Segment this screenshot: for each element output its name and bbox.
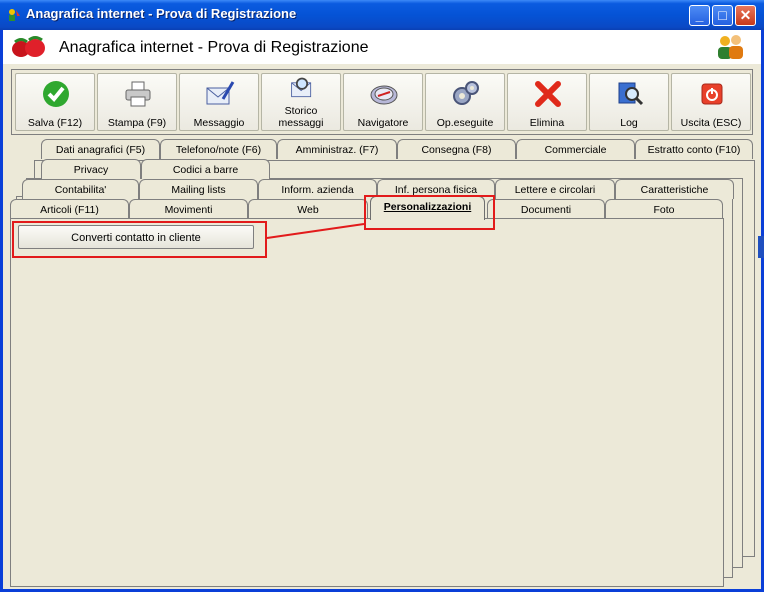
highlight-box-tab xyxy=(364,195,495,230)
printer-icon xyxy=(125,81,151,107)
navigator-label: Navigatore xyxy=(357,117,409,129)
tab-telefono-note[interactable]: Telefono/note (F6) xyxy=(160,139,277,159)
book-magnifier-icon xyxy=(618,82,644,106)
log-button[interactable]: Log xyxy=(589,73,669,131)
delete-button[interactable]: Elimina xyxy=(507,73,587,131)
message-button[interactable]: Messaggio xyxy=(179,73,259,131)
tab-lettere-e-circolari[interactable]: Lettere e circolari xyxy=(495,179,615,199)
tab-documenti[interactable]: Documenti xyxy=(487,199,605,219)
tab-web[interactable]: Web xyxy=(248,199,368,219)
tab-movimenti[interactable]: Movimenti xyxy=(129,199,248,219)
tab-consegna[interactable]: Consegna (F8) xyxy=(397,139,516,159)
message-label: Messaggio xyxy=(193,117,245,129)
form-title: Anagrafica internet - Prova di Registraz… xyxy=(59,39,369,56)
tab-commerciale[interactable]: Commerciale xyxy=(516,139,635,159)
toolbar: Salva (F12) Stampa (F9) Messaggio Storic… xyxy=(11,69,753,135)
save-button[interactable]: Salva (F12) xyxy=(15,73,95,131)
tab-mailing-lists[interactable]: Mailing lists xyxy=(139,179,258,199)
red-x-icon xyxy=(535,81,561,107)
gears-icon xyxy=(453,81,479,105)
background-window-edge xyxy=(758,236,764,258)
print-label: Stampa (F9) xyxy=(107,117,167,129)
tab-caratteristiche[interactable]: Caratteristiche xyxy=(615,179,734,199)
save-label: Salva (F12) xyxy=(27,117,83,129)
print-button[interactable]: Stampa (F9) xyxy=(97,73,177,131)
exit-label: Uscita (ESC) xyxy=(680,117,742,129)
tab-inform-azienda[interactable]: Inform. azienda xyxy=(258,179,377,199)
tab-contabilita[interactable]: Contabilita' xyxy=(22,179,139,199)
minimize-icon: _ xyxy=(695,7,704,23)
close-icon: ✕ xyxy=(739,7,752,23)
tab-codici-a-barre[interactable]: Codici a barre xyxy=(141,159,270,179)
operations-done-label: Op.eseguite xyxy=(436,117,494,129)
power-icon xyxy=(701,83,723,105)
message-history-label: Storico messaggi xyxy=(278,105,324,129)
tab-amministraz[interactable]: Amministraz. (F7) xyxy=(277,139,397,159)
tab-estratto-conto[interactable]: Estratto conto (F10) xyxy=(635,139,753,159)
highlight-box-button xyxy=(12,221,267,258)
form-header: Anagrafica internet - Prova di Registraz… xyxy=(3,30,761,64)
maximize-button[interactable]: □ xyxy=(712,5,733,26)
maximize-icon: □ xyxy=(718,7,727,23)
tab-panel-personalizzazioni xyxy=(10,218,724,587)
close-button[interactable]: ✕ xyxy=(735,5,756,26)
envelope-search-icon xyxy=(291,77,312,98)
message-history-button[interactable]: Storico messaggi xyxy=(261,73,341,131)
log-label: Log xyxy=(620,117,638,129)
operations-done-button[interactable]: Op.eseguite xyxy=(425,73,505,131)
tab-foto[interactable]: Foto xyxy=(605,199,723,219)
delete-label: Elimina xyxy=(529,117,565,129)
tab-articoli[interactable]: Articoli (F11) xyxy=(10,199,129,219)
check-icon xyxy=(43,81,69,107)
tab-dati-anagrafici[interactable]: Dati anagrafici (F5) xyxy=(41,139,160,159)
navigator-button[interactable]: Navigatore xyxy=(343,73,423,131)
users-icon xyxy=(718,35,743,59)
tab-privacy[interactable]: Privacy xyxy=(41,159,141,179)
title-bar[interactable]: Anagrafica internet - Prova di Registraz… xyxy=(0,0,764,30)
app-icon xyxy=(9,9,20,21)
exit-button[interactable]: Uscita (ESC) xyxy=(671,73,751,131)
compass-icon xyxy=(370,85,398,105)
window-title: Anagrafica internet - Prova di Registraz… xyxy=(26,6,297,21)
strawberry-logo-icon xyxy=(12,36,45,57)
minimize-button[interactable]: _ xyxy=(689,5,710,26)
envelope-pen-icon xyxy=(206,81,235,105)
